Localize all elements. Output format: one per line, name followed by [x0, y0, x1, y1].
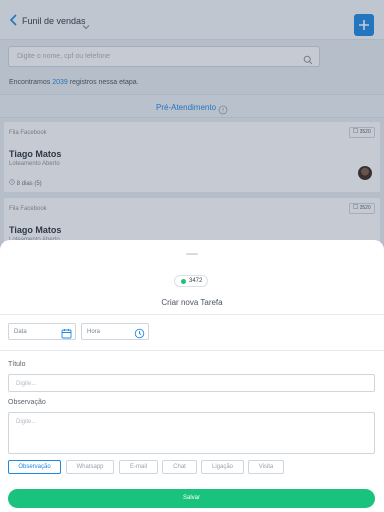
divider [0, 350, 384, 351]
calendar-icon[interactable] [61, 326, 72, 344]
drag-handle[interactable] [186, 253, 198, 255]
time-placeholder: Hora [87, 329, 101, 335]
divider [0, 314, 384, 315]
type-chip-visita[interactable]: Visita [248, 460, 284, 474]
type-chip-chat[interactable]: Chat [162, 460, 197, 474]
time-field[interactable]: Hora [81, 323, 149, 340]
create-task-sheet: 3472 Criar nova Tarefa Data Hora Título … [0, 240, 384, 512]
type-chip-email[interactable]: E-mail [119, 460, 158, 474]
date-field[interactable]: Data [8, 323, 76, 340]
lead-id: 3472 [189, 278, 203, 284]
type-chip-observacao[interactable]: Observação [8, 460, 61, 474]
type-chip-whatsapp[interactable]: Whatsapp [66, 460, 114, 474]
title-input[interactable]: Digite... [8, 374, 375, 392]
lead-id-pill: 3472 [174, 275, 208, 287]
clock-icon[interactable] [134, 326, 145, 344]
sheet-title: Criar nova Tarefa [161, 298, 223, 307]
observation-textarea[interactable]: Digite... [8, 412, 375, 454]
type-chip-ligacao[interactable]: Ligação [201, 460, 244, 474]
title-label: Título [8, 361, 26, 368]
observation-placeholder: Digite... [16, 419, 37, 425]
observation-label: Observação [8, 399, 46, 406]
title-placeholder: Digite... [16, 381, 37, 387]
save-button[interactable]: Salvar [8, 489, 375, 508]
status-dot-icon [181, 279, 186, 284]
date-placeholder: Data [14, 329, 27, 335]
